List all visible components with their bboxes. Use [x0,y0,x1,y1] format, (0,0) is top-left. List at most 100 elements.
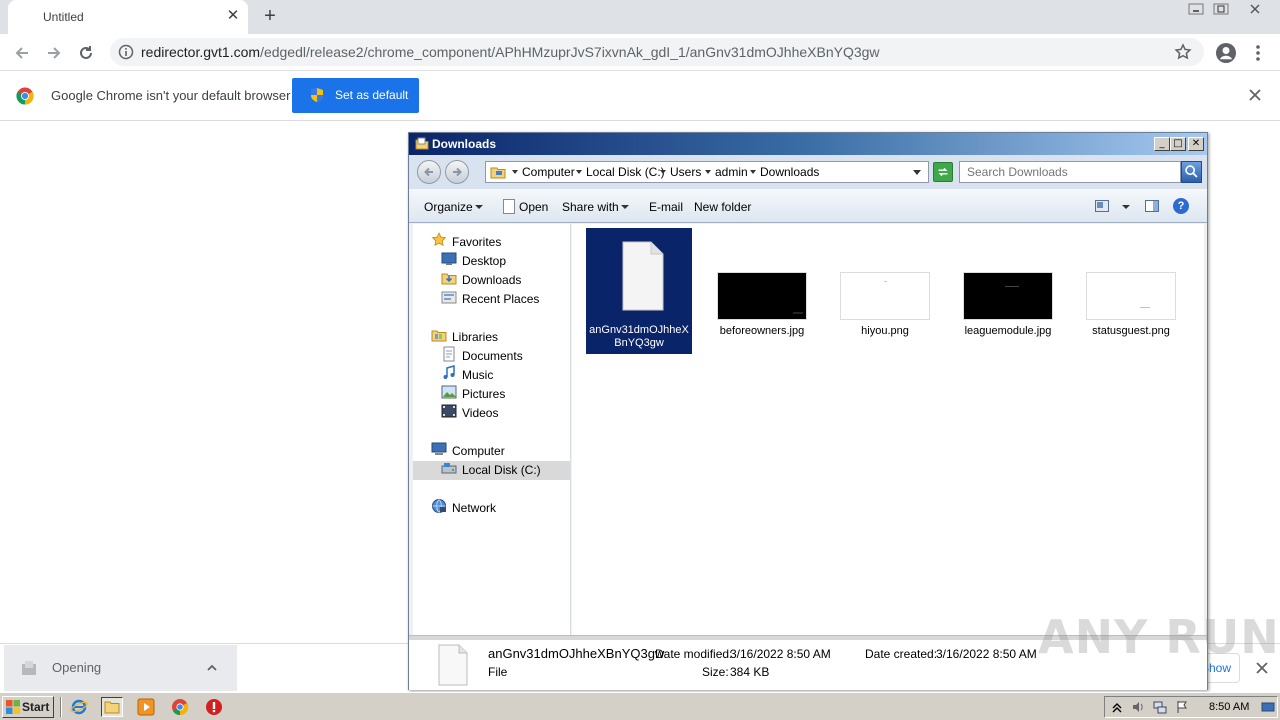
nav-music[interactable]: Music [462,368,493,382]
documents-icon [443,346,455,362]
breadcrumb-downloads[interactable]: Downloads [760,165,819,179]
file-item[interactable]: beforeowners.jpg [709,228,815,354]
browser-toolbar: redirector.gvt1.com/edgedl/release2/chro… [0,34,1280,71]
share-with-button[interactable]: Share with [562,200,619,214]
nav-documents[interactable]: Documents [462,349,523,363]
search-input[interactable] [959,161,1181,183]
help-icon[interactable]: ? [1173,198,1189,214]
videos-icon [441,404,457,418]
chrome-taskbar-icon[interactable] [169,697,191,717]
open-button[interactable]: Open [519,200,548,214]
breadcrumb-arrow-icon[interactable] [576,170,582,174]
bookmark-star-icon[interactable] [1174,43,1192,61]
desktop-icon [441,252,457,265]
explorer-title-bar[interactable]: Downloads _ □ ✕ [409,133,1207,155]
info-icon[interactable] [118,44,134,60]
nav-videos[interactable]: Videos [462,406,498,420]
refresh-icon[interactable] [933,162,953,182]
window-close-icon[interactable] [1246,2,1264,16]
nav-downloads[interactable]: Downloads [462,273,521,287]
new-folder-button[interactable]: New folder [694,200,751,214]
nav-local-disk[interactable]: Local Disk (C:) [462,463,541,477]
nav-desktop[interactable]: Desktop [462,254,506,268]
address-bar[interactable]: redirector.gvt1.com/edgedl/release2/chro… [110,38,1204,66]
forward-arrow-icon [453,167,462,177]
explorer-taskbar-button[interactable] [101,697,123,717]
download-status: Opening [52,660,102,675]
image-thumbnail-icon [840,272,930,320]
file-item[interactable]: anGnv31dmOJhheXBnYQ3gw [586,228,692,354]
breadcrumb-arrow-icon[interactable] [660,170,666,174]
profile-avatar-icon[interactable] [1215,42,1237,64]
set-as-default-button[interactable]: Set as default [292,78,419,113]
start-button[interactable]: Start [2,696,54,718]
address-dropdown-icon[interactable] [913,170,921,175]
infobar-close-icon[interactable] [1248,88,1262,102]
media-player-icon[interactable] [135,697,157,717]
explorer-back-button[interactable] [417,160,441,184]
details-modified-label: Date modified: [655,647,733,661]
nav-pictures[interactable]: Pictures [462,387,505,401]
chevron-down-icon[interactable] [475,205,483,209]
organize-button[interactable]: Organize [424,200,473,214]
download-item[interactable]: Opening [4,645,237,691]
taskbar-clock[interactable]: 8:50 AM [1209,701,1249,713]
browser-tab[interactable]: Untitled ✕ [8,0,248,34]
internet-explorer-icon[interactable] [68,697,90,717]
explorer-command-bar: Organize Open Share with E-mail New fold… [409,189,1207,223]
chevron-down-icon[interactable] [1122,205,1130,209]
computer-folder-icon [490,167,506,179]
nav-network[interactable]: Network [452,501,496,515]
back-arrow-icon[interactable] [11,42,33,64]
action-center-flag-icon[interactable] [1175,700,1189,714]
chevron-up-icon[interactable] [205,661,219,675]
explorer-minimize-button[interactable]: _ [1154,137,1170,151]
tab-strip: Untitled ✕ + [0,0,1280,34]
url-text[interactable]: redirector.gvt1.com/edgedl/release2/chro… [141,44,880,60]
nav-computer[interactable]: Computer [452,444,505,458]
file-item[interactable]: leaguemodule.jpg [955,228,1061,354]
file-item[interactable]: statusguest.png [1078,228,1184,354]
breadcrumb-arrow-icon[interactable] [705,170,711,174]
email-button[interactable]: E-mail [649,200,683,214]
search-icon[interactable] [1181,161,1202,183]
pictures-icon [441,385,457,399]
explorer-close-button[interactable]: ✕ [1188,137,1204,151]
preview-pane-icon[interactable] [1145,200,1159,212]
stop-sign-icon[interactable] [203,697,225,717]
open-file-icon [503,199,515,214]
menu-kebab-icon[interactable] [1250,43,1266,63]
download-file-icon [22,661,36,675]
nav-recent-places[interactable]: Recent Places [462,292,539,306]
volume-icon[interactable] [1131,700,1145,714]
breadcrumb-computer[interactable]: Computer [522,165,575,179]
tray-expand-icon[interactable] [1110,700,1124,714]
tab-close-icon[interactable]: ✕ [224,7,242,25]
system-tray: 8:50 AM [1104,696,1278,718]
image-thumbnail-icon [717,272,807,320]
breadcrumb-local-disk[interactable]: Local Disk (C:) [586,165,665,179]
change-view-icon[interactable] [1095,200,1109,212]
restore-icon[interactable] [1212,2,1230,16]
explorer-maximize-button[interactable]: □ [1170,137,1186,151]
details-created-label: Date created: [865,647,938,661]
image-thumbnail-icon [1086,272,1176,320]
nav-favorites[interactable]: Favorites [452,235,501,249]
chevron-down-icon[interactable] [621,205,629,209]
network-tray-icon[interactable] [1153,700,1167,714]
breadcrumb[interactable]: Computer Local Disk (C:) Users admin Dow… [485,161,929,183]
reload-icon[interactable] [75,42,97,64]
breadcrumb-users[interactable]: Users [670,165,701,179]
breadcrumb-arrow-icon[interactable] [512,170,518,174]
new-tab-icon[interactable]: + [260,6,280,26]
network-icon [432,499,446,513]
explorer-forward-button[interactable] [445,160,469,184]
nav-libraries[interactable]: Libraries [452,330,498,344]
forward-arrow-icon[interactable] [43,42,65,64]
breadcrumb-arrow-icon[interactable] [750,170,756,174]
breadcrumb-admin[interactable]: admin [715,165,748,179]
windows-logo-icon [6,700,20,714]
show-desktop-icon[interactable] [1261,700,1275,714]
minimize-icon[interactable] [1187,2,1205,16]
file-item[interactable]: hiyou.png [832,228,938,354]
